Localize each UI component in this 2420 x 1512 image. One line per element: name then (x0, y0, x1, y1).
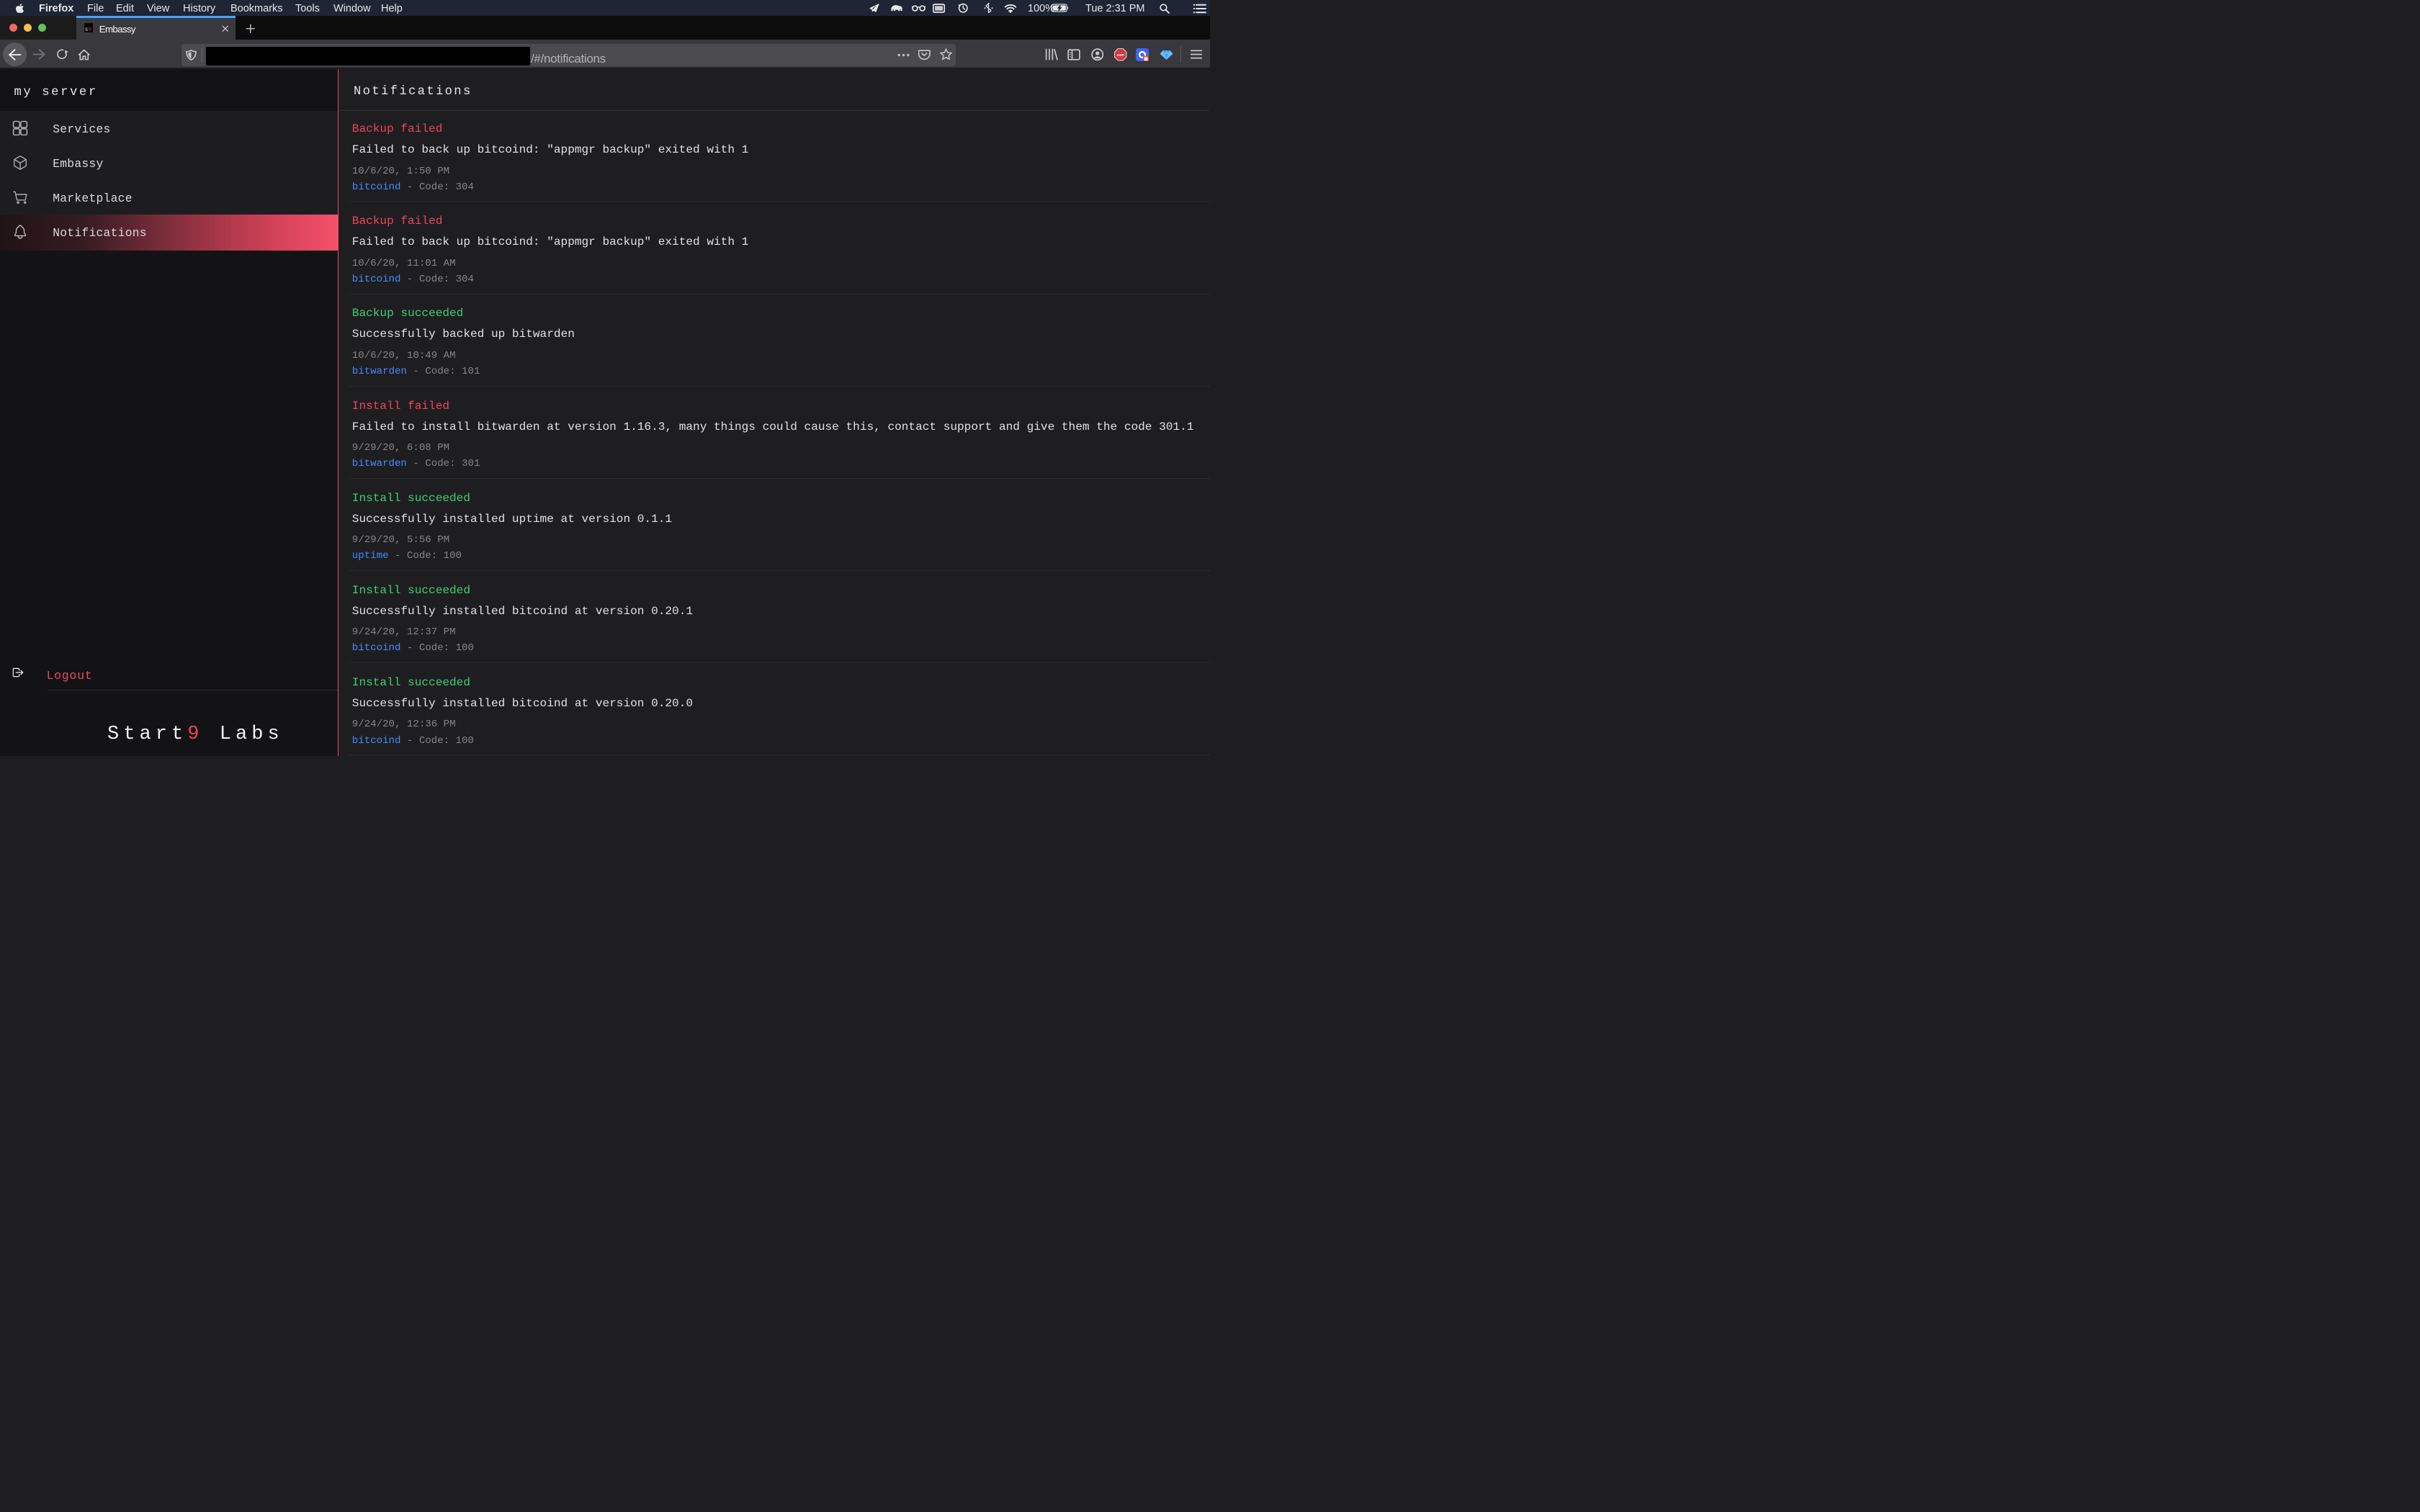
svg-text:ABP: ABP (1117, 53, 1125, 58)
